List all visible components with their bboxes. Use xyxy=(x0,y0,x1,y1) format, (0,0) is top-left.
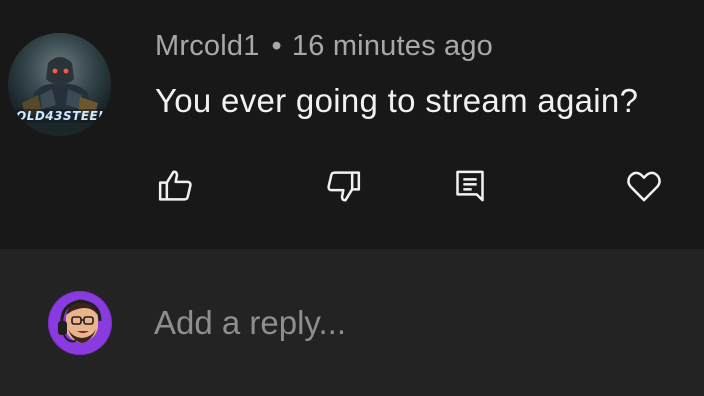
commenter-avatar[interactable]: OLD43STEEL xyxy=(8,33,111,136)
comment: OLD43STEEL Mrcold1 • 16 minutes ago You ev… xyxy=(0,0,704,249)
meta-separator: • xyxy=(271,30,282,62)
comment-meta: Mrcold1 • 16 minutes ago xyxy=(155,30,493,63)
comment-thread: OLD43STEEL Mrcold1 • 16 minutes ago You ev… xyxy=(0,0,704,396)
heart-button[interactable] xyxy=(622,164,666,208)
heart-icon xyxy=(624,166,664,206)
comment-text: You ever going to stream again? xyxy=(155,82,639,119)
thumbs-up-icon xyxy=(156,166,196,206)
author-name[interactable]: Mrcold1 xyxy=(155,30,260,62)
dislike-button[interactable] xyxy=(321,164,365,208)
user-avatar[interactable] xyxy=(48,291,112,355)
thumbs-down-icon xyxy=(323,166,363,206)
commenter-avatar-text: OLD43STEEL xyxy=(16,109,107,123)
like-button[interactable] xyxy=(154,164,198,208)
comment-timestamp: 16 minutes ago xyxy=(291,30,494,62)
reply-button[interactable] xyxy=(448,164,492,208)
reply-icon xyxy=(450,166,490,206)
reply-input[interactable] xyxy=(154,301,674,345)
reply-bar xyxy=(0,249,704,396)
